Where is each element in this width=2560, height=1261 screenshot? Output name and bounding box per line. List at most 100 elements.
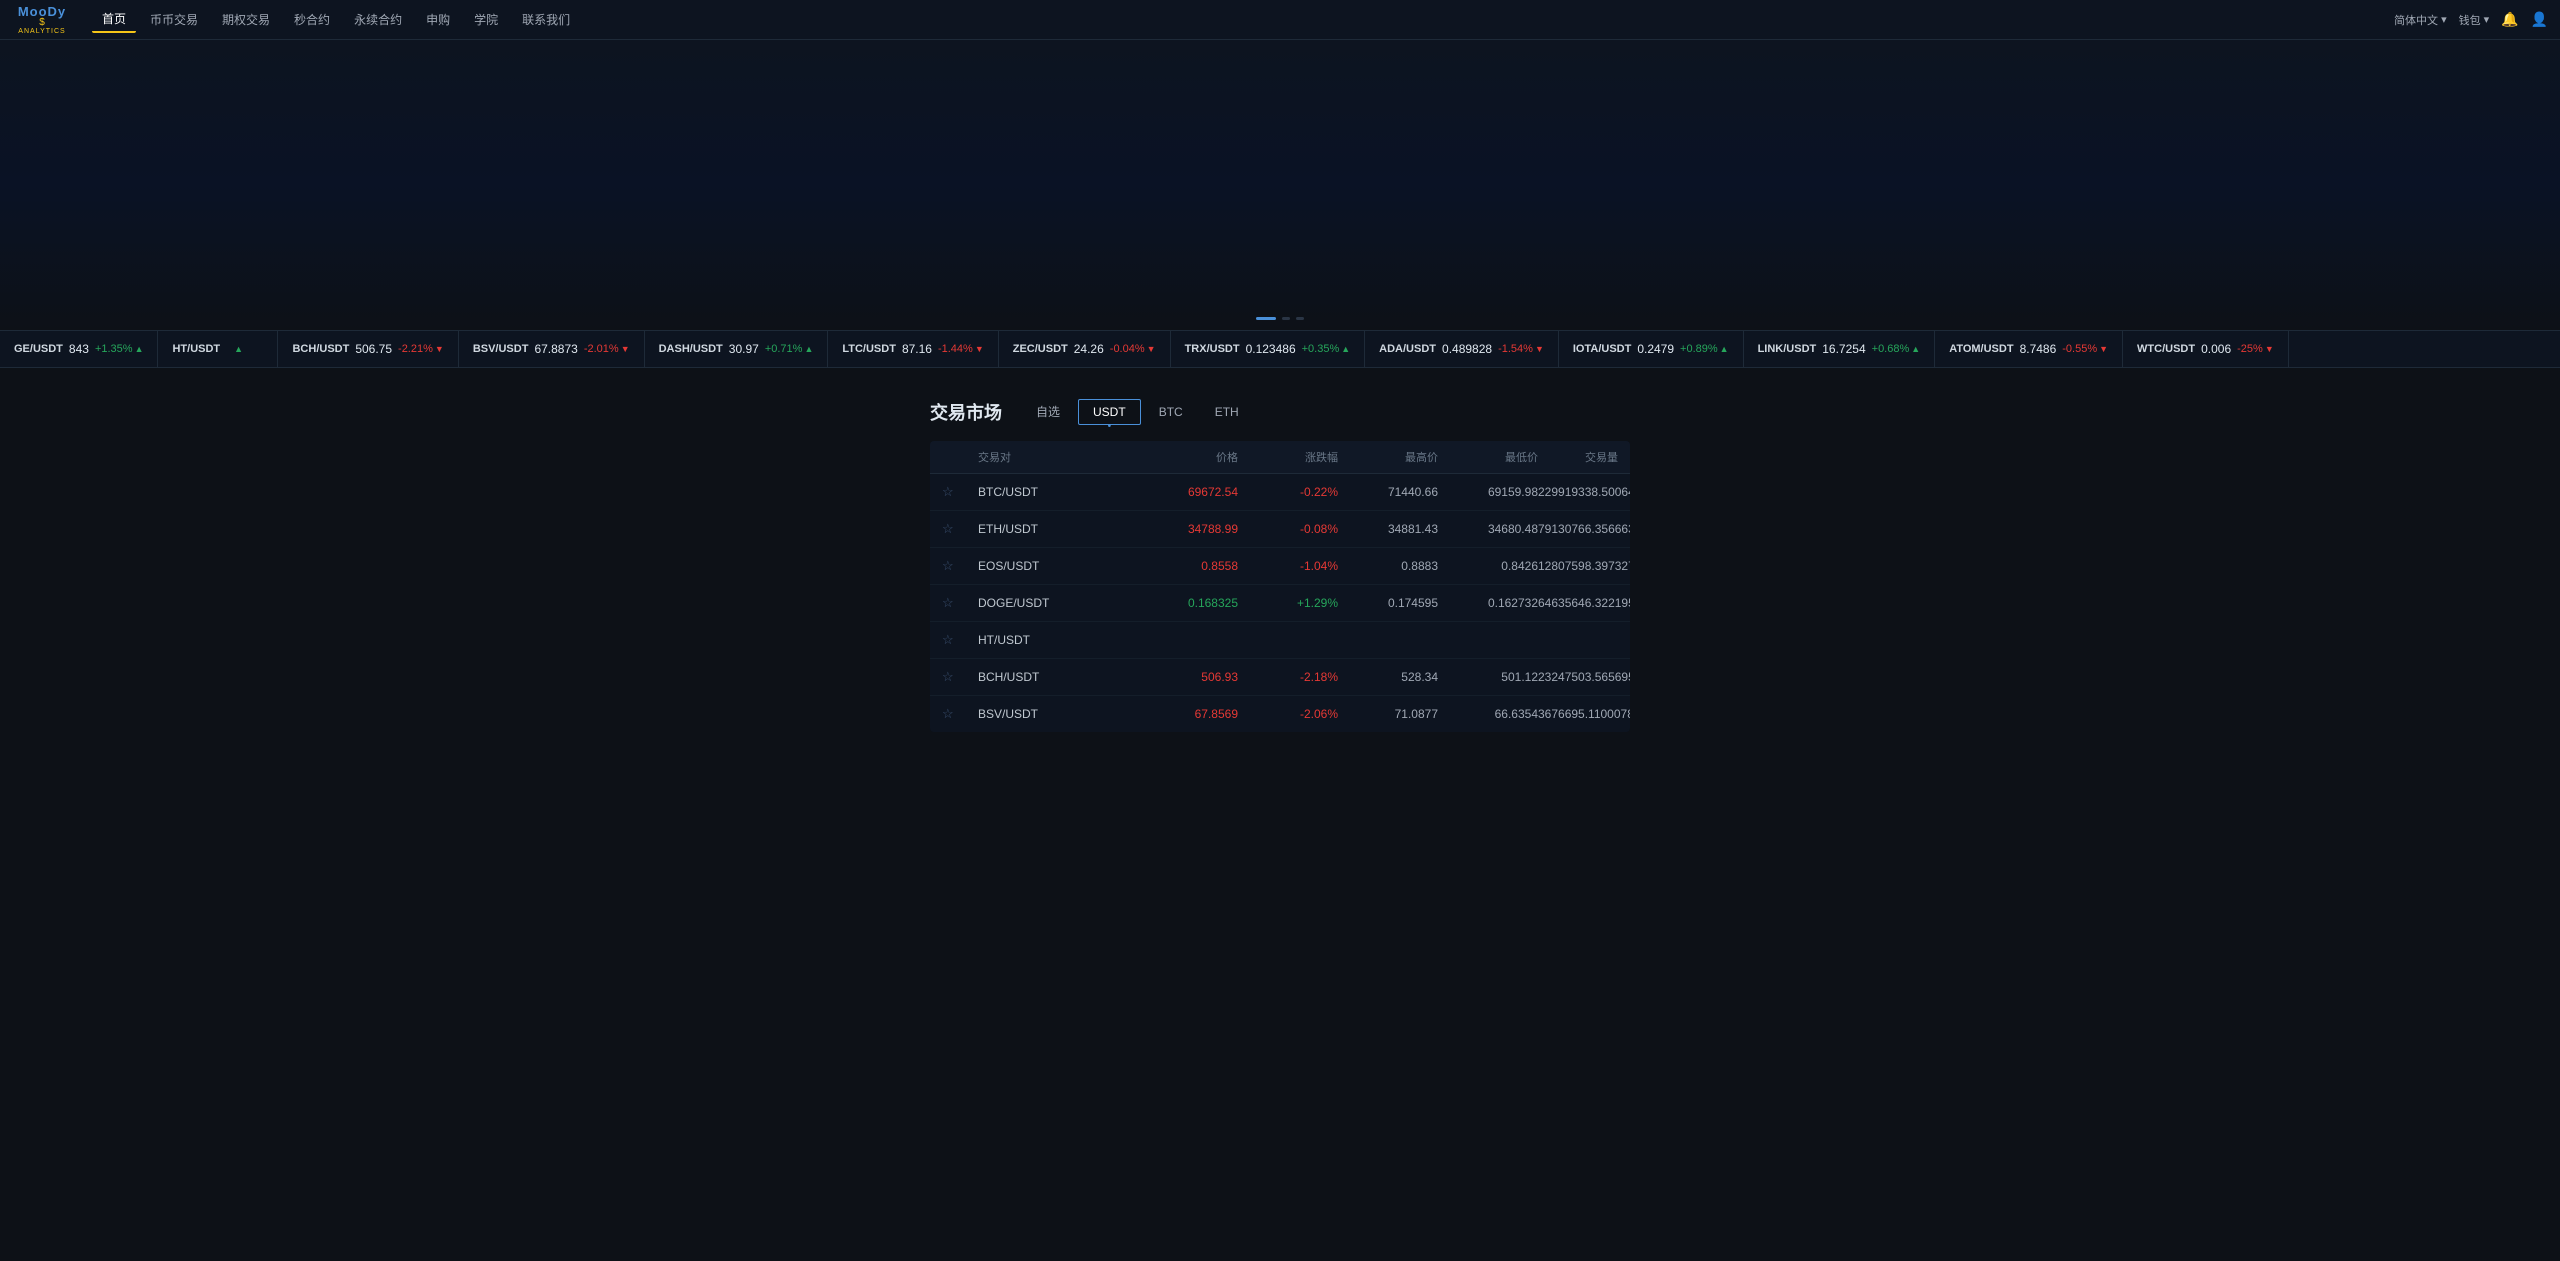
nav-contact[interactable]: 联系我们 — [512, 7, 580, 32]
ticker-pair: WTC/USDT — [2137, 343, 2195, 355]
ticker-pair: LINK/USDT — [1758, 343, 1817, 355]
ticker-item[interactable]: BSV/USDT 67.8873 -2.01% — [459, 330, 645, 368]
table-row[interactable]: ☆ BSV/USDT 67.8569 -2.06% 71.0877 66.635… — [930, 696, 1630, 732]
high-value: 0.8883 — [1338, 559, 1438, 573]
low-value: 34680.48 — [1438, 522, 1538, 536]
ticker-pair: ADA/USDT — [1379, 343, 1436, 355]
ticker-pair: GE/USDT — [14, 343, 63, 355]
logo-analytics-text: ANALYTICS — [18, 28, 65, 35]
volume-value: 229919338.50064993 — [1538, 485, 1630, 499]
ticker-item[interactable]: IOTA/USDT 0.2479 +0.89% — [1559, 330, 1744, 368]
ticker-price: 0.2479 — [1637, 342, 1674, 356]
favorite-star-icon[interactable]: ☆ — [942, 669, 978, 685]
table-row[interactable]: ☆ ETH/USDT 34788.99 -0.08% 34881.43 3468… — [930, 511, 1630, 548]
ticker-price: 87.16 — [902, 342, 932, 356]
user-avatar-icon[interactable]: 👤 — [2531, 11, 2548, 28]
ticker-pair: DASH/USDT — [659, 343, 723, 355]
col-header-low: 最低价 — [1438, 449, 1538, 465]
tab-favorites[interactable]: 自选 — [1022, 398, 1074, 425]
ticker-change: +0.71% — [765, 343, 814, 355]
ticker-price: 16.7254 — [1822, 342, 1865, 356]
price-value: 0.8558 — [1118, 559, 1238, 573]
price-value: 506.93 — [1118, 670, 1238, 684]
ticker-price: 67.8873 — [534, 342, 577, 356]
price-value: 34788.99 — [1118, 522, 1238, 536]
low-value: 0.8426 — [1438, 559, 1538, 573]
market-title: 交易市场 — [930, 399, 1002, 425]
ticker-change: -1.44% — [938, 343, 984, 355]
header-right: 简体中文 ▾ 钱包 ▾ 🔔 👤 — [2394, 11, 2548, 28]
favorite-star-icon[interactable]: ☆ — [942, 521, 978, 537]
carousel-dot-2[interactable] — [1282, 317, 1290, 320]
ticker-change: +0.89% — [1680, 343, 1729, 355]
col-header-pair: 交易对 — [978, 449, 1118, 465]
favorite-star-icon[interactable]: ☆ — [942, 632, 978, 648]
market-header: 交易市场 自选 USDT BTC ETH — [930, 398, 1630, 425]
pair-name: BSV/USDT — [978, 707, 1118, 721]
nav-options[interactable]: 期权交易 — [212, 7, 280, 32]
pair-name: EOS/USDT — [978, 559, 1118, 573]
ticker-change: -2.21% — [398, 343, 444, 355]
language-selector[interactable]: 简体中文 ▾ — [2394, 12, 2447, 28]
ticker-item[interactable]: TRX/USDT 0.123486 +0.35% — [1171, 330, 1366, 368]
nav-home[interactable]: 首页 — [92, 6, 136, 33]
pair-name: BTC/USDT — [978, 485, 1118, 499]
favorite-star-icon[interactable]: ☆ — [942, 706, 978, 722]
ticker-change: -25% — [2237, 343, 2274, 355]
tab-eth[interactable]: ETH — [1201, 400, 1253, 424]
ticker-pair: BCH/USDT — [292, 343, 349, 355]
ticker-item[interactable]: DASH/USDT 30.97 +0.71% — [645, 330, 829, 368]
table-row[interactable]: ☆ BCH/USDT 506.93 -2.18% 528.34 501.12 2… — [930, 659, 1630, 696]
ticker-price: 8.7486 — [2020, 342, 2057, 356]
table-row[interactable]: ☆ HT/USDT — [930, 622, 1630, 659]
ticker-inner: GE/USDT 843 +1.35% HT/USDT BCH/USDT 506.… — [0, 330, 2289, 368]
ticker-item[interactable]: HT/USDT — [158, 330, 278, 368]
nav-spot[interactable]: 币币交易 — [140, 7, 208, 32]
table-row[interactable]: ☆ EOS/USDT 0.8558 -1.04% 0.8883 0.8426 1… — [930, 548, 1630, 585]
ticker-pair: IOTA/USDT — [1573, 343, 1631, 355]
header: MooDy $ ANALYTICS 首页 币币交易 期权交易 秒合约 永续合约 … — [0, 0, 2560, 40]
carousel-dot-active[interactable] — [1256, 317, 1276, 320]
ticker-item[interactable]: LINK/USDT 16.7254 +0.68% — [1744, 330, 1936, 368]
tab-btc[interactable]: BTC — [1145, 400, 1197, 424]
wallet-button[interactable]: 钱包 ▾ — [2459, 12, 2490, 28]
price-value: 69672.54 — [1118, 485, 1238, 499]
favorite-star-icon[interactable]: ☆ — [942, 595, 978, 611]
table-row[interactable]: ☆ DOGE/USDT 0.168325 +1.29% 0.174595 0.1… — [930, 585, 1630, 622]
hero-banner — [0, 40, 2560, 330]
ticker-item[interactable]: ATOM/USDT 8.7486 -0.55% — [1935, 330, 2123, 368]
ticker-item[interactable]: ZEC/USDT 24.26 -0.04% — [999, 330, 1171, 368]
price-value: 67.8569 — [1118, 707, 1238, 721]
ticker-item[interactable]: LTC/USDT 87.16 -1.44% — [828, 330, 998, 368]
hero-carousel-dots — [1256, 317, 1304, 320]
ticker-item[interactable]: BCH/USDT 506.75 -2.21% — [278, 330, 458, 368]
favorite-star-icon[interactable]: ☆ — [942, 484, 978, 500]
table-row[interactable]: ☆ BTC/USDT 69672.54 -0.22% 71440.66 6915… — [930, 474, 1630, 511]
ticker-change: -1.54% — [1498, 343, 1544, 355]
ticker-change: +0.35% — [1302, 343, 1351, 355]
table-body: ☆ BTC/USDT 69672.54 -0.22% 71440.66 6915… — [930, 474, 1630, 732]
ticker-item[interactable]: ADA/USDT 0.489828 -1.54% — [1365, 330, 1559, 368]
ticker-pair: ATOM/USDT — [1949, 343, 2013, 355]
notification-bell-icon[interactable]: 🔔 — [2501, 11, 2518, 28]
carousel-dot-3[interactable] — [1296, 317, 1304, 320]
nav-seconds[interactable]: 秒合约 — [284, 7, 340, 32]
ticker-strip: GE/USDT 843 +1.35% HT/USDT BCH/USDT 506.… — [0, 330, 2560, 368]
low-value: 66.6354 — [1438, 707, 1538, 721]
favorite-star-icon[interactable]: ☆ — [942, 558, 978, 574]
ticker-change: +1.35% — [95, 343, 144, 355]
ticker-pair: HT/USDT — [172, 343, 220, 355]
col-header-price: 价格 — [1118, 449, 1238, 465]
nav-academy[interactable]: 学院 — [464, 7, 508, 32]
col-header-star — [942, 449, 978, 465]
ticker-item[interactable]: GE/USDT 843 +1.35% — [0, 330, 158, 368]
market-section: 交易市场 自选 USDT BTC ETH 交易对 价格 涨跌幅 最高价 最低价 … — [0, 368, 2560, 762]
logo-moody-text: MooDy — [18, 5, 66, 18]
nav-subscribe[interactable]: 申购 — [416, 7, 460, 32]
change-value: +1.29% — [1238, 596, 1338, 610]
ticker-price: 0.006 — [2201, 342, 2231, 356]
nav-perpetual[interactable]: 永续合约 — [344, 7, 412, 32]
pair-name: HT/USDT — [978, 633, 1118, 647]
ticker-item[interactable]: WTC/USDT 0.006 -25% — [2123, 330, 2289, 368]
tab-usdt[interactable]: USDT — [1078, 399, 1141, 425]
